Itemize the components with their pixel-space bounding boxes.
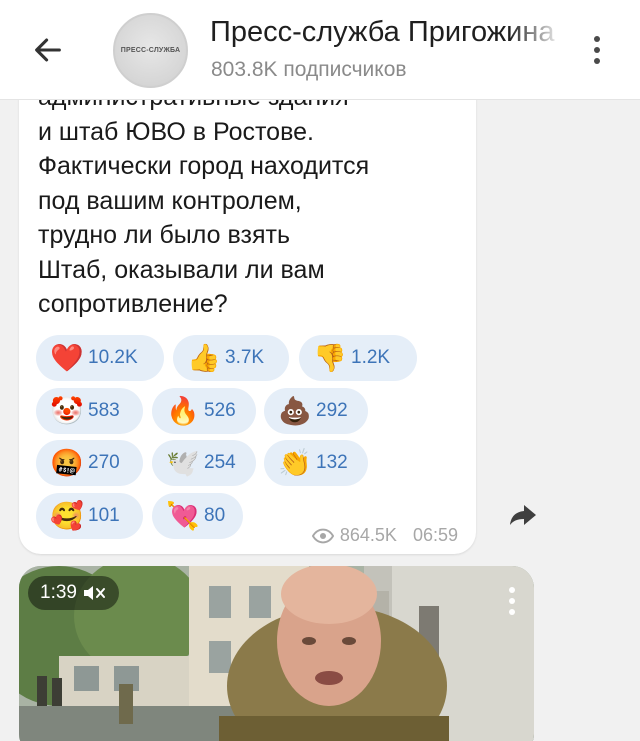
poop-icon: 💩 — [278, 395, 312, 426]
reaction-count: 80 — [204, 505, 226, 526]
message-line: трудно ли было взять — [38, 221, 290, 249]
message-bubble: административные здания и штаб ЮВО в Рос… — [19, 60, 476, 554]
reaction-poop[interactable]: 💩 292 — [264, 388, 368, 434]
more-options-button[interactable] — [582, 30, 612, 70]
reaction-heart-arrow[interactable]: 💘 80 — [152, 493, 243, 539]
eye-icon — [311, 528, 334, 543]
thumbs-up-icon: 👍 — [187, 342, 221, 373]
message-line: Фактически город находится — [38, 152, 370, 180]
message-line: сопротивление? — [38, 290, 228, 318]
reaction-clapping[interactable]: 👏 132 — [264, 440, 368, 486]
more-vertical-icon — [594, 36, 600, 42]
share-arrow-icon — [510, 505, 536, 525]
heart-arrow-icon: 💘 — [166, 500, 200, 531]
message-text: административные здания и штаб ЮВО в Рос… — [38, 80, 468, 322]
message-time: 06:59 — [412, 525, 458, 545]
clown-icon: 🤡 — [50, 395, 84, 426]
channel-header: ПРЕСС-СЛУЖБА Пресс-служба Пригожина 803.… — [0, 0, 640, 100]
back-button[interactable] — [28, 30, 68, 70]
arrow-left-icon — [35, 38, 61, 62]
reaction-count: 292 — [316, 400, 348, 421]
reaction-cursing-face[interactable]: 🤬 270 — [36, 440, 143, 486]
reaction-count: 3.7K — [225, 347, 265, 368]
channel-title[interactable]: Пресс-служба Пригожина — [210, 16, 562, 49]
reaction-count: 270 — [88, 452, 120, 473]
reaction-count: 101 — [88, 505, 120, 526]
reaction-heart[interactable]: ❤️ 10.2K — [36, 335, 164, 381]
message-line: под вашим контролем, — [38, 186, 302, 215]
reaction-count: 583 — [88, 400, 120, 421]
more-vertical-icon — [509, 587, 515, 593]
reaction-thumbs-up[interactable]: 👍 3.7K — [173, 335, 289, 381]
channel-avatar[interactable]: ПРЕСС-СЛУЖБА — [113, 13, 188, 88]
dove-icon: 🕊️ — [166, 447, 200, 478]
reaction-count: 526 — [204, 400, 236, 421]
message-meta: 864.5K 06:59 — [311, 525, 458, 546]
reaction-count: 1.2K — [351, 347, 391, 368]
smiling-hearts-icon: 🥰 — [50, 500, 84, 531]
video-duration: 1:39 — [40, 582, 77, 603]
reaction-smiling-hearts[interactable]: 🥰 101 — [36, 493, 143, 539]
heart-icon: ❤️ — [50, 342, 84, 373]
speaker-muted-icon — [83, 586, 105, 600]
video-more-button[interactable] — [500, 583, 524, 619]
message-line: Штаб, оказывали ли вам — [38, 255, 325, 284]
reaction-count: 10.2K — [88, 347, 138, 368]
subscriber-count: 803.8K подписчиков — [211, 58, 407, 81]
reaction-clown[interactable]: 🤡 583 — [36, 388, 143, 434]
view-count: 864.5K — [339, 525, 397, 545]
message-line: и штаб ЮВО в Ростове. — [38, 117, 314, 146]
avatar-logo-text: ПРЕСС-СЛУЖБА — [120, 47, 181, 54]
reaction-count: 132 — [316, 452, 348, 473]
thumbs-down-icon: 👎 — [313, 342, 347, 373]
clapping-icon: 👏 — [278, 447, 312, 478]
cursing-face-icon: 🤬 — [50, 447, 84, 478]
fire-icon: 🔥 — [166, 395, 200, 426]
forward-button[interactable] — [505, 500, 541, 530]
reaction-fire[interactable]: 🔥 526 — [152, 388, 256, 434]
reaction-dove[interactable]: 🕊️ 254 — [152, 440, 256, 486]
video-duration-badge[interactable]: 1:39 — [28, 576, 119, 610]
reaction-count: 254 — [204, 452, 236, 473]
reaction-thumbs-down[interactable]: 👎 1.2K — [299, 335, 417, 381]
